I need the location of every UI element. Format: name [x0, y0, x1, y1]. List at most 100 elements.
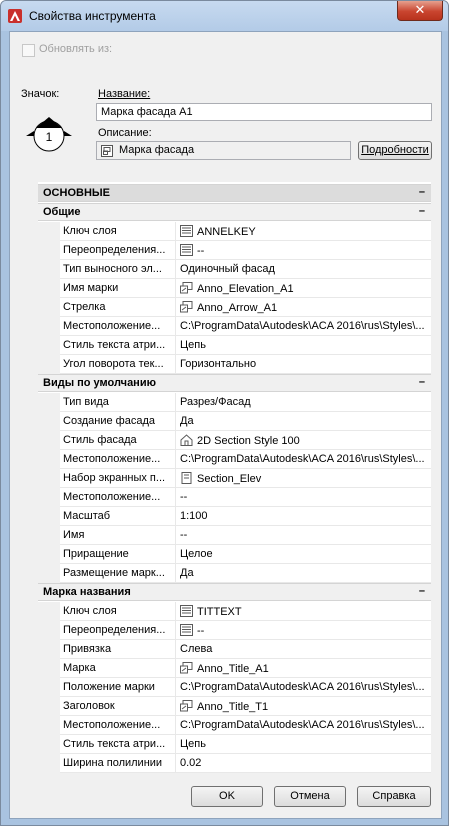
- property-row[interactable]: Местоположение... C:\ProgramData\Autodesk…: [38, 317, 431, 336]
- close-button[interactable]: ✕: [397, 1, 443, 21]
- property-value[interactable]: --: [176, 526, 431, 545]
- row-gutter: [38, 241, 60, 260]
- collapse-icon[interactable]: –: [419, 585, 425, 597]
- property-value[interactable]: ANNELKEY: [176, 222, 431, 241]
- property-value[interactable]: Section_Elev: [176, 469, 431, 488]
- row-gutter: [38, 260, 60, 279]
- property-row[interactable]: Марка Anno_Title_A1: [38, 659, 431, 678]
- properties-grid[interactable]: ОСНОВНЫЕ – Общие – Ключ слоя ANNELKEY Пере…: [38, 182, 431, 773]
- property-row[interactable]: Тип выносного эл... Одиночный фасад: [38, 260, 431, 279]
- tool-properties-window: Свойства инструмента ✕ Обновлять из: Зна…: [0, 0, 449, 826]
- property-name: Ключ слоя: [60, 602, 176, 621]
- row-gutter: [38, 697, 60, 716]
- property-value[interactable]: C:\ProgramData\Autodesk\ACA 2016\rus\Sty…: [176, 716, 431, 735]
- details-button[interactable]: Подробности: [358, 141, 432, 160]
- property-row[interactable]: Стиль фасада 2D Section Style 100: [38, 431, 431, 450]
- collapse-icon[interactable]: –: [419, 186, 425, 198]
- layer-key-icon: [180, 244, 193, 256]
- property-name: Стиль текста атри...: [60, 336, 176, 355]
- property-value[interactable]: Цепь: [176, 735, 431, 754]
- house-icon: [180, 434, 193, 446]
- elevation-mark-icon[interactable]: 1: [23, 110, 75, 160]
- property-value[interactable]: TITTEXT: [176, 602, 431, 621]
- property-value[interactable]: Anno_Title_A1: [176, 659, 431, 678]
- property-name: Стиль текста атри...: [60, 735, 176, 754]
- property-row[interactable]: Ключ слоя TITTEXT: [38, 602, 431, 621]
- category-basic[interactable]: ОСНОВНЫЕ –: [38, 184, 431, 202]
- property-row[interactable]: Стрелка Anno_Arrow_A1: [38, 298, 431, 317]
- property-row[interactable]: Переопределения... --: [38, 241, 431, 260]
- property-row[interactable]: Имя марки Anno_Elevation_A1: [38, 279, 431, 298]
- property-row[interactable]: Положение марки C:\ProgramData\Autodesk\A…: [38, 678, 431, 697]
- property-row[interactable]: Тип вида Разрез/Фасад: [38, 393, 431, 412]
- dialog-client: Обновлять из: Значок: 1 Название: Марка …: [9, 31, 442, 819]
- property-row[interactable]: Масштаб 1:100: [38, 507, 431, 526]
- property-value[interactable]: C:\ProgramData\Autodesk\ACA 2016\rus\Sty…: [176, 317, 431, 336]
- property-row[interactable]: Переопределения... --: [38, 621, 431, 640]
- autocad-app-icon: [8, 9, 22, 23]
- property-row[interactable]: Ключ слоя ANNELKEY: [38, 222, 431, 241]
- property-name: Переопределения...: [60, 241, 176, 260]
- property-row[interactable]: Ширина полилинии 0.02: [38, 754, 431, 773]
- property-row[interactable]: Размещение марк... Да: [38, 564, 431, 583]
- property-row[interactable]: Угол поворота тек... Горизонтально: [38, 355, 431, 374]
- property-value[interactable]: --: [176, 488, 431, 507]
- property-value-text: Одиночный фасад: [180, 263, 275, 275]
- property-value[interactable]: Да: [176, 412, 431, 431]
- property-row[interactable]: Имя --: [38, 526, 431, 545]
- property-value[interactable]: C:\ProgramData\Autodesk\ACA 2016\rus\Sty…: [176, 678, 431, 697]
- property-value[interactable]: Anno_Arrow_A1: [176, 298, 431, 317]
- category-general[interactable]: Общие –: [38, 203, 431, 221]
- property-value[interactable]: 0.02: [176, 754, 431, 773]
- property-value[interactable]: Да: [176, 564, 431, 583]
- property-value[interactable]: Слева: [176, 640, 431, 659]
- name-input[interactable]: Марка фасада A1: [96, 103, 432, 121]
- row-gutter: [38, 602, 60, 621]
- property-value[interactable]: 1:100: [176, 507, 431, 526]
- property-value[interactable]: 2D Section Style 100: [176, 431, 431, 450]
- property-row[interactable]: Заголовок Anno_Title_T1: [38, 697, 431, 716]
- collapse-icon[interactable]: –: [419, 205, 425, 217]
- property-row[interactable]: Привязка Слева: [38, 640, 431, 659]
- property-value[interactable]: --: [176, 241, 431, 260]
- description-field[interactable]: Марка фасада: [96, 141, 351, 160]
- layer-key-icon: [180, 225, 193, 237]
- property-row[interactable]: Набор экранных п... Section_Elev: [38, 469, 431, 488]
- property-value[interactable]: Разрез/Фасад: [176, 393, 431, 412]
- row-gutter: [38, 412, 60, 431]
- help-button[interactable]: Справка: [357, 786, 431, 807]
- update-from-checkbox[interactable]: [22, 44, 35, 57]
- category-default-views[interactable]: Виды по умолчанию –: [38, 374, 431, 392]
- property-row[interactable]: Местоположение... C:\ProgramData\Autodesk…: [38, 450, 431, 469]
- collapse-icon[interactable]: –: [419, 376, 425, 388]
- category-title-mark[interactable]: Марка названия –: [38, 583, 431, 601]
- property-row[interactable]: Местоположение... C:\ProgramData\Autodesk…: [38, 716, 431, 735]
- property-row[interactable]: Стиль текста атри... Цепь: [38, 735, 431, 754]
- property-value[interactable]: Anno_Elevation_A1: [176, 279, 431, 298]
- ok-button[interactable]: OK: [191, 786, 263, 807]
- property-value-text: C:\ProgramData\Autodesk\ACA 2016\rus\Sty…: [180, 453, 425, 465]
- category-basic-title: ОСНОВНЫЕ: [43, 187, 110, 199]
- property-value-text: Цепь: [180, 738, 206, 750]
- property-row[interactable]: Создание фасада Да: [38, 412, 431, 431]
- property-value[interactable]: Целое: [176, 545, 431, 564]
- property-value[interactable]: Горизонтально: [176, 355, 431, 374]
- property-value[interactable]: --: [176, 621, 431, 640]
- block-icon: [180, 700, 193, 712]
- block-icon: [180, 282, 193, 294]
- cancel-button[interactable]: Отмена: [274, 786, 346, 807]
- title-bar[interactable]: Свойства инструмента ✕: [1, 1, 448, 31]
- property-value-text: Цепь: [180, 339, 206, 351]
- property-name: Стрелка: [60, 298, 176, 317]
- property-name: Переопределения...: [60, 621, 176, 640]
- property-value[interactable]: C:\ProgramData\Autodesk\ACA 2016\rus\Sty…: [176, 450, 431, 469]
- property-value[interactable]: Одиночный фасад: [176, 260, 431, 279]
- property-name: Угол поворота тек...: [60, 355, 176, 374]
- property-value-text: Section_Elev: [197, 473, 262, 485]
- property-row[interactable]: Местоположение... --: [38, 488, 431, 507]
- property-value-text: Горизонтально: [180, 358, 257, 370]
- property-value[interactable]: Anno_Title_T1: [176, 697, 431, 716]
- property-value[interactable]: Цепь: [176, 336, 431, 355]
- property-row[interactable]: Приращение Целое: [38, 545, 431, 564]
- property-row[interactable]: Стиль текста атри... Цепь: [38, 336, 431, 355]
